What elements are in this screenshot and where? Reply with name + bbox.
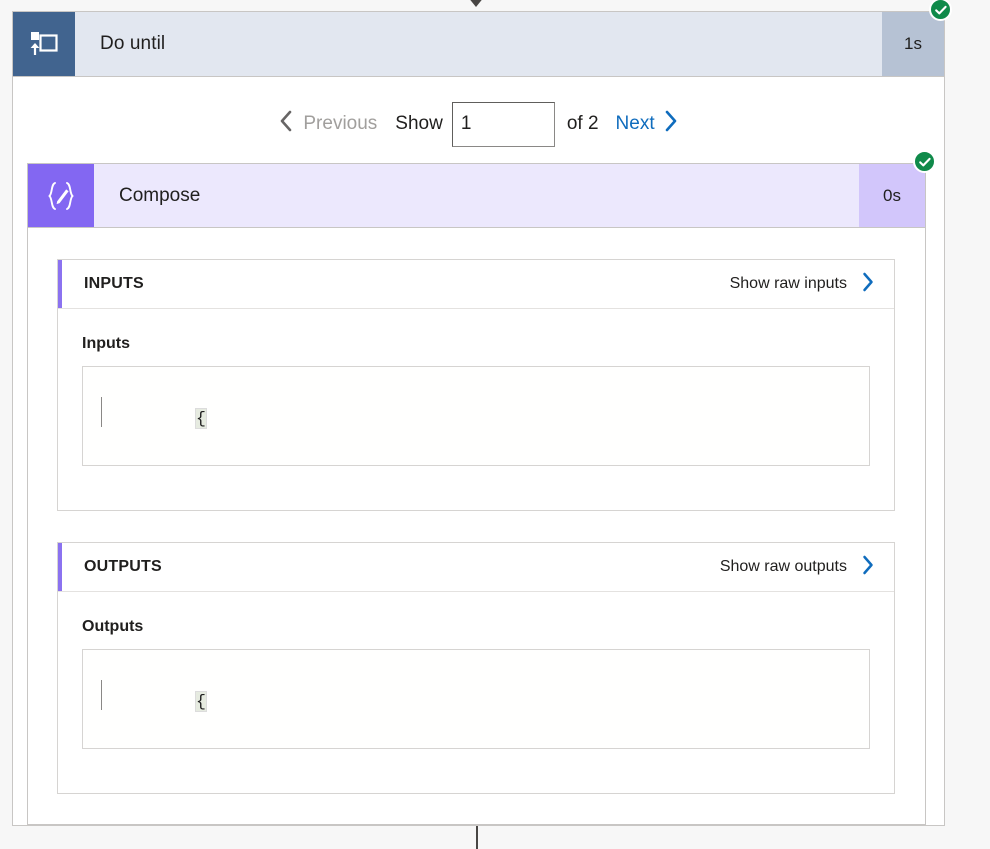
outputs-field-label: Outputs: [82, 618, 144, 635]
outputs-accent-bar: [58, 543, 62, 591]
iteration-pager: Previous Show of 2 Next: [12, 93, 945, 155]
inputs-section-body: Inputs { "Claims": "bill@" }: [58, 309, 894, 466]
do-until-header[interactable]: Do until 1s: [12, 11, 945, 77]
outputs-section: OUTPUTS Show raw outputs Outputs { "Clai…: [57, 542, 895, 794]
compose-title: Compose: [119, 184, 201, 206]
show-raw-inputs-link[interactable]: Show raw inputs: [730, 272, 874, 297]
outputs-section-body: Outputs { "Claims": "bill@" }: [58, 592, 894, 749]
compose-braces-pencil-icon: [28, 164, 94, 227]
do-until-title: Do until: [100, 33, 166, 54]
outputs-section-header: OUTPUTS Show raw outputs: [58, 543, 894, 592]
inputs-section-header: INPUTS Show raw inputs: [58, 260, 894, 309]
show-label: Show: [395, 113, 443, 134]
chevron-right-icon: [663, 110, 678, 138]
page-total-label: of 2: [566, 113, 599, 134]
outputs-code-block[interactable]: { "Claims": "bill@" }: [82, 649, 870, 749]
run-history-pane: Do until 1s Previous Show of 2 Next: [0, 0, 990, 849]
flow-connector-line: [476, 826, 478, 849]
previous-iteration-label: Previous: [303, 113, 378, 134]
chevron-right-icon: [861, 272, 874, 297]
check-circle-icon: [929, 0, 952, 21]
do-until-duration: 1s: [882, 12, 944, 76]
show-raw-inputs-label: Show raw inputs: [729, 275, 847, 292]
open-brace: {: [195, 691, 207, 712]
compose-duration: 0s: [859, 164, 925, 227]
chevron-left-icon: [279, 110, 294, 138]
show-raw-outputs-link[interactable]: Show raw outputs: [720, 555, 874, 580]
iteration-number-input[interactable]: [451, 101, 555, 147]
arrow-down-icon: [468, 0, 484, 9]
inputs-heading: INPUTS: [84, 275, 144, 292]
show-raw-outputs-label: Show raw outputs: [719, 558, 847, 575]
code-line: {: [97, 658, 869, 745]
code-line: {: [97, 375, 869, 462]
code-line: "Claims": "bill@": [97, 462, 869, 465]
inputs-code-block[interactable]: { "Claims": "bill@" }: [82, 366, 870, 466]
next-iteration-button[interactable]: Next: [610, 107, 684, 141]
next-iteration-label: Next: [615, 113, 655, 134]
inputs-field-label: Inputs: [82, 335, 130, 352]
chevron-right-icon: [861, 555, 874, 580]
open-brace: {: [195, 408, 207, 429]
inputs-accent-bar: [58, 260, 62, 308]
do-until-loop-icon: [13, 12, 75, 76]
compose-header[interactable]: Compose 0s: [27, 163, 926, 228]
outputs-heading: OUTPUTS: [84, 558, 162, 575]
previous-iteration-button[interactable]: Previous: [273, 107, 383, 141]
code-line: "Claims": "bill@": [97, 745, 869, 748]
inputs-section: INPUTS Show raw inputs Inputs { "Claims"…: [57, 259, 895, 511]
check-circle-icon: [913, 150, 936, 173]
